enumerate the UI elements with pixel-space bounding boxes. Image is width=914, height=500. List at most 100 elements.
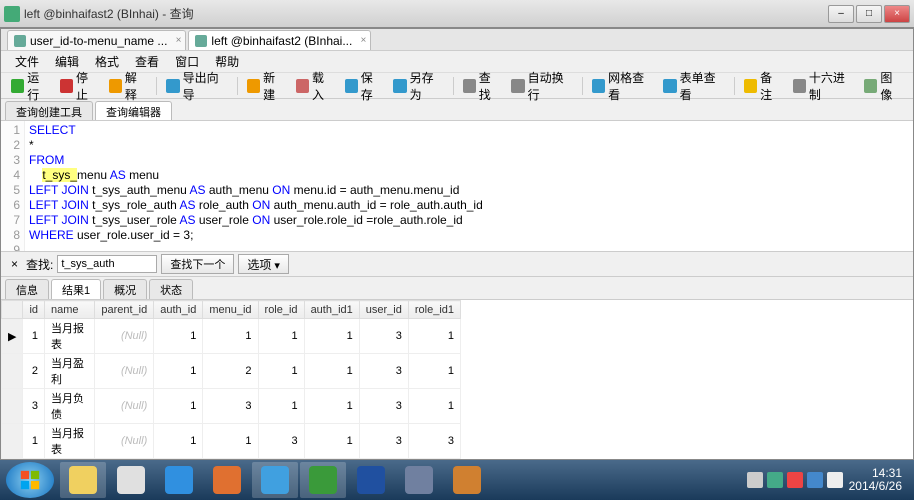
- table-row[interactable]: 3当月负债(Null)131131: [2, 389, 461, 424]
- toolbar-button[interactable]: 导出向导: [162, 76, 232, 96]
- tray-icons[interactable]: [747, 472, 843, 488]
- table-row[interactable]: ▶1当月报表(Null)111131: [2, 319, 461, 354]
- column-header[interactable]: user_id: [359, 301, 408, 319]
- taskbar-item[interactable]: [60, 462, 106, 498]
- toolbar-button[interactable]: 十六进制: [789, 76, 859, 96]
- cell[interactable]: 2: [23, 354, 45, 389]
- close-button[interactable]: ×: [884, 5, 910, 23]
- row-header[interactable]: ▶: [2, 319, 23, 354]
- cell[interactable]: 1: [304, 424, 359, 459]
- toolbar-button[interactable]: 载入: [292, 76, 339, 96]
- cell[interactable]: 1: [154, 319, 203, 354]
- column-header[interactable]: parent_id: [95, 301, 154, 319]
- start-button[interactable]: [6, 462, 54, 498]
- taskbar-item[interactable]: [396, 462, 442, 498]
- toolbar-button[interactable]: 另存为: [389, 76, 447, 96]
- toolbar-button[interactable]: 保存: [341, 76, 388, 96]
- cell[interactable]: 当月负债: [45, 389, 95, 424]
- document-tab[interactable]: user_id-to-menu_name ...×: [7, 30, 186, 50]
- cell[interactable]: 1: [408, 319, 460, 354]
- column-header[interactable]: menu_id: [203, 301, 258, 319]
- search-options-button[interactable]: 选项 ▾: [238, 254, 289, 274]
- taskbar-item[interactable]: [300, 462, 346, 498]
- search-input[interactable]: [57, 255, 157, 273]
- taskbar-item[interactable]: [252, 462, 298, 498]
- cell[interactable]: 3: [258, 459, 304, 460]
- sql-editor[interactable]: 12345678910 SELECT * FROM t_sys_menu AS …: [1, 121, 913, 251]
- tray-icon[interactable]: [767, 472, 783, 488]
- cell[interactable]: 1: [23, 319, 45, 354]
- column-header[interactable]: id: [23, 301, 45, 319]
- result-tab[interactable]: 概况: [103, 279, 147, 299]
- cell[interactable]: 2: [23, 459, 45, 460]
- cell[interactable]: 1: [203, 424, 258, 459]
- maximize-button[interactable]: □: [856, 5, 882, 23]
- cell[interactable]: 1: [154, 389, 203, 424]
- clock[interactable]: 14:31 2014/6/26: [849, 467, 908, 493]
- cell[interactable]: 当月盈利: [45, 354, 95, 389]
- tray-icon[interactable]: [787, 472, 803, 488]
- cell[interactable]: 3: [359, 354, 408, 389]
- cell[interactable]: 1: [203, 319, 258, 354]
- tray-icon[interactable]: [747, 472, 763, 488]
- taskbar-item[interactable]: [444, 462, 490, 498]
- toolbar-button[interactable]: 解释: [105, 76, 152, 96]
- result-tab[interactable]: 信息: [5, 279, 49, 299]
- cell[interactable]: 3: [359, 389, 408, 424]
- toolbar-button[interactable]: 停止: [56, 76, 103, 96]
- row-header[interactable]: [2, 459, 23, 460]
- cell[interactable]: 1: [154, 354, 203, 389]
- taskbar-item[interactable]: [156, 462, 202, 498]
- taskbar-item[interactable]: [204, 462, 250, 498]
- cell[interactable]: 3: [258, 424, 304, 459]
- toolbar-button[interactable]: 备注: [740, 76, 787, 96]
- tray-icon[interactable]: [827, 472, 843, 488]
- toolbar-button[interactable]: 表单查看: [659, 76, 729, 96]
- cell[interactable]: 当月盈利: [45, 459, 95, 460]
- column-header[interactable]: auth_id: [154, 301, 203, 319]
- toolbar-button[interactable]: 新建: [243, 76, 290, 96]
- cell[interactable]: 1: [258, 389, 304, 424]
- toolbar-button[interactable]: 网格查看: [588, 76, 658, 96]
- close-tab-icon[interactable]: ×: [361, 35, 367, 46]
- result-tab[interactable]: 状态: [149, 279, 193, 299]
- toolbar-button[interactable]: 运行: [7, 76, 54, 96]
- cell[interactable]: 3: [408, 424, 460, 459]
- result-tab[interactable]: 结果1: [51, 279, 101, 299]
- close-search-button[interactable]: ×: [7, 257, 22, 271]
- sql-code[interactable]: SELECT * FROM t_sys_menu AS menu LEFT JO…: [25, 121, 913, 251]
- row-header[interactable]: [2, 354, 23, 389]
- table-row[interactable]: 2当月盈利(Null)121131: [2, 354, 461, 389]
- document-tab[interactable]: left @binhaifast2 (BInhai...×: [188, 30, 371, 50]
- cell[interactable]: 1: [304, 389, 359, 424]
- cell[interactable]: 1: [408, 389, 460, 424]
- cell[interactable]: 1: [304, 319, 359, 354]
- cell[interactable]: 2: [203, 459, 258, 460]
- row-header[interactable]: [2, 424, 23, 459]
- toolbar-button[interactable]: 自动换行: [507, 76, 577, 96]
- close-tab-icon[interactable]: ×: [176, 35, 182, 46]
- cell[interactable]: 当月报表: [45, 319, 95, 354]
- column-header[interactable]: name: [45, 301, 95, 319]
- cell[interactable]: 1: [304, 354, 359, 389]
- tray-icon[interactable]: [807, 472, 823, 488]
- editor-mode-tab[interactable]: 查询创建工具: [5, 101, 93, 120]
- cell[interactable]: 1: [258, 354, 304, 389]
- cell[interactable]: 3: [203, 389, 258, 424]
- cell[interactable]: 2: [203, 354, 258, 389]
- cell[interactable]: 1: [154, 424, 203, 459]
- editor-mode-tab[interactable]: 查询编辑器: [95, 101, 172, 120]
- cell[interactable]: (Null): [95, 459, 154, 460]
- minimize-button[interactable]: –: [828, 5, 854, 23]
- taskbar-item[interactable]: [348, 462, 394, 498]
- cell[interactable]: (Null): [95, 424, 154, 459]
- taskbar-item[interactable]: [108, 462, 154, 498]
- cell[interactable]: (Null): [95, 389, 154, 424]
- cell[interactable]: 1: [408, 354, 460, 389]
- cell[interactable]: 3: [359, 319, 408, 354]
- cell[interactable]: 3: [408, 459, 460, 460]
- find-next-button[interactable]: 查找下一个: [161, 254, 234, 274]
- cell[interactable]: 1: [258, 319, 304, 354]
- table-row[interactable]: 2当月盈利(Null)123133: [2, 459, 461, 460]
- cell[interactable]: 3: [359, 424, 408, 459]
